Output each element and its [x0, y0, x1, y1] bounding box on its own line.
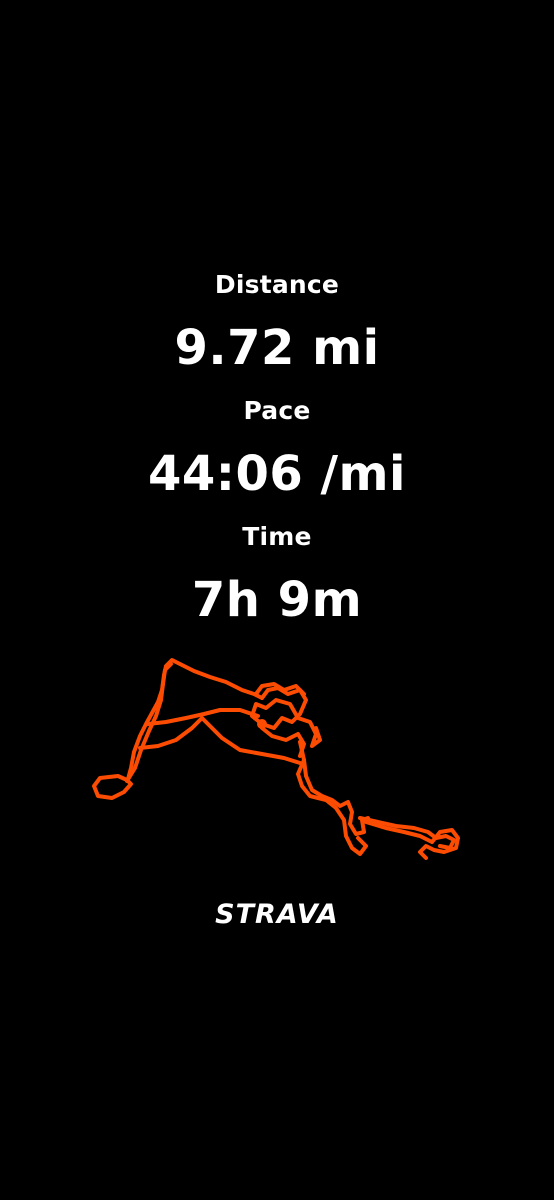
time-label: Time	[242, 522, 312, 551]
route-map-icon	[92, 658, 460, 860]
distance-value: 9.72 mi	[174, 320, 380, 376]
pace-label: Pace	[243, 396, 311, 425]
activity-stats: Distance 9.72 mi Pace 44:06 /mi Time 7h …	[0, 262, 554, 640]
distance-label: Distance	[214, 270, 340, 299]
pace-value: 44:06 /mi	[148, 446, 406, 502]
strava-logo: STRAVA	[215, 899, 339, 930]
time-value: 7h 9m	[191, 572, 363, 628]
